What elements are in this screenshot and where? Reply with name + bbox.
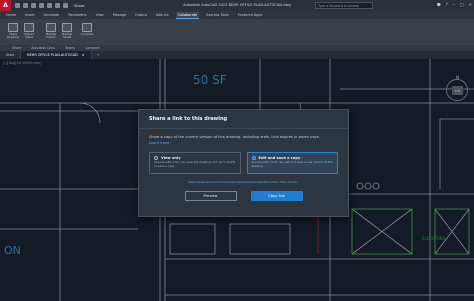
tab-express-tools[interactable]: Express Tools: [204, 12, 231, 18]
tab-add-ins[interactable]: Add-ins: [154, 12, 171, 18]
tab-parametric[interactable]: Parametric: [66, 12, 88, 18]
dialog-description: Share a copy of the current version of t…: [149, 135, 338, 146]
tab-insert[interactable]: Insert: [23, 12, 37, 18]
tab-view[interactable]: View: [94, 12, 106, 18]
help-icon[interactable]: ?: [446, 2, 448, 7]
panel-label-share: Share: [12, 46, 22, 50]
save-as-icon[interactable]: [39, 3, 44, 8]
open-icon[interactable]: [23, 3, 28, 8]
maximize-icon[interactable]: □: [460, 2, 464, 7]
search-input[interactable]: Type a keyword or phrase: [315, 2, 373, 9]
panel-label-compare: Compare: [85, 46, 100, 50]
learn-more-link[interactable]: Learn more: [149, 141, 338, 146]
close-tab-icon[interactable]: ×: [82, 53, 85, 57]
dialog-title: Share a link to this drawing: [149, 116, 228, 122]
close-icon[interactable]: ×: [469, 2, 472, 7]
window-title: Autodesk AutoCAD 2022 BEHR OFFICE PLAN-A…: [183, 3, 291, 7]
tab-featured-apps[interactable]: Featured Apps: [236, 12, 264, 18]
document-tabs: Start BEHR OFFICE PLAN-AUTOCAD × +: [0, 51, 474, 59]
compare-button[interactable]: Compare: [80, 23, 94, 36]
dialog-body: Share a copy of the current version of t…: [139, 129, 348, 207]
markup-assist-button[interactable]: Markup Assist: [60, 23, 74, 39]
new-icon[interactable]: [15, 3, 20, 8]
redo-icon[interactable]: [63, 3, 68, 8]
tab-home[interactable]: Home: [4, 12, 18, 18]
autocad-logo[interactable]: A: [0, 0, 11, 11]
edit-save-copy-option[interactable]: Edit and save a copy Anyone with a link …: [246, 152, 338, 175]
panel-label-autodesk-docs: Autodesk Docs: [31, 46, 55, 50]
tab-collaborate[interactable]: Collaborate: [175, 11, 200, 19]
share-link-dialog: Share a link to this drawing Share a cop…: [138, 109, 349, 217]
plot-icon[interactable]: [47, 3, 52, 8]
share-link-url[interactable]: https://web.autocad.com/acad/me/share/dr…: [149, 180, 338, 184]
share-drawing-icon: [8, 23, 18, 32]
user-icon[interactable]: ☻: [437, 2, 441, 7]
copy-link-button[interactable]: Copy link: [250, 191, 303, 202]
dialog-actions: Preview Copy link: [149, 191, 338, 202]
markup-import-button[interactable]: Markup Import: [44, 23, 58, 39]
tab-output[interactable]: Output: [133, 12, 149, 18]
new-tab-icon[interactable]: +: [92, 53, 105, 57]
share-drawing-button[interactable]: Share Drawing: [6, 23, 20, 39]
ribbon-tabs: Home Insert Annotate Parametric View Man…: [0, 11, 474, 19]
tab-start[interactable]: Start: [0, 51, 22, 59]
ribbon-panel: Share Drawing Shared Views Markup Import…: [0, 19, 474, 46]
quick-access-toolbar: [15, 3, 68, 8]
preview-button[interactable]: Preview: [184, 191, 237, 202]
markup-import-icon: [46, 23, 56, 32]
edit-save-copy-radio[interactable]: [251, 156, 256, 161]
minimize-icon[interactable]: –: [453, 2, 455, 7]
view-only-option[interactable]: View only Anyone with a link can view th…: [149, 152, 241, 175]
dialog-header: Share a link to this drawing: [139, 110, 348, 129]
undo-icon[interactable]: [55, 3, 60, 8]
tab-drawing[interactable]: BEHR OFFICE PLAN-AUTOCAD ×: [21, 51, 92, 59]
tab-manage[interactable]: Manage: [111, 12, 128, 18]
share-button[interactable]: Share: [74, 4, 84, 8]
shared-views-button[interactable]: Shared Views: [22, 23, 36, 39]
markup-assist-icon: [62, 23, 72, 32]
save-icon[interactable]: [31, 3, 36, 8]
title-bar: A Share Autodesk AutoCAD 2022 BEHR OFFIC…: [0, 0, 474, 11]
window-controls: ☻ ? – □ ×: [437, 2, 472, 7]
tab-annotate[interactable]: Annotate: [42, 12, 62, 18]
shared-views-icon: [24, 23, 34, 32]
panel-label-teams: Teams: [64, 46, 76, 50]
share-options: View only Anyone with a link can view th…: [149, 152, 338, 175]
drawing-tab-label: BEHR OFFICE PLAN-AUTOCAD: [27, 53, 78, 57]
compare-icon: [82, 23, 92, 32]
